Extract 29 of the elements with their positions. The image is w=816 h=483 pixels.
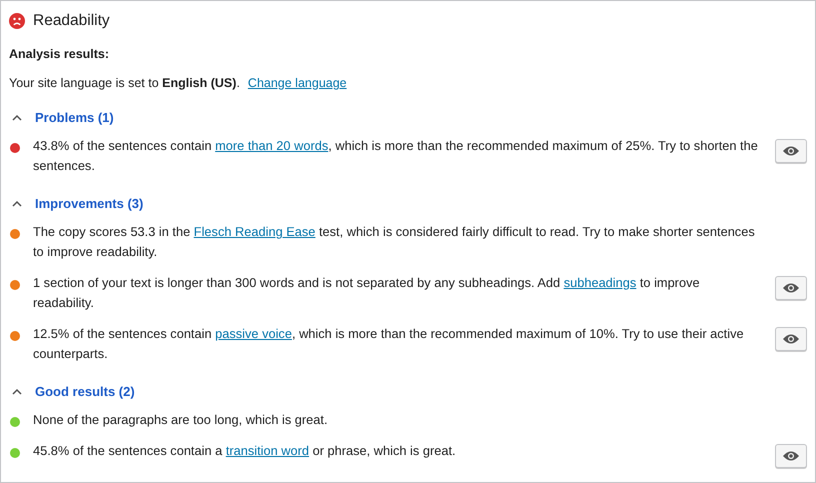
panel-title: Readability bbox=[33, 12, 110, 30]
result-text: 43.8% of the sentences contain more than 20 words, which is more than the recommended maximum of 25%. Try to shorten the sentences. bbox=[33, 137, 759, 175]
result-text: 1 section of your text is longer than 300 words and is not separated by any subheadings. Add subheadings to improve readability. bbox=[33, 274, 701, 312]
section-toggle[interactable]: Problems (1) bbox=[9, 110, 114, 125]
caret-icon bbox=[12, 388, 22, 395]
result-link[interactable]: more than 20 words bbox=[215, 138, 328, 153]
result-link[interactable]: Flesch Reading Ease bbox=[194, 224, 316, 239]
caret-icon bbox=[12, 114, 22, 121]
result-link[interactable]: passive voice bbox=[215, 326, 292, 341]
caret-icon bbox=[12, 200, 22, 207]
highlight-button[interactable] bbox=[775, 444, 807, 468]
analysis-heading: Analysis results: bbox=[9, 47, 110, 61]
change-language-link[interactable]: Change language bbox=[248, 76, 347, 90]
eye-icon bbox=[782, 145, 800, 157]
result-link[interactable]: transition word bbox=[226, 443, 310, 458]
section-toggle[interactable]: Improvements (3) bbox=[9, 196, 144, 211]
eye-icon bbox=[782, 333, 800, 345]
section-toggle[interactable]: Good results (2) bbox=[9, 384, 135, 399]
result-text: 45.8% of the sentences contain a transition word or phrase, which is great. bbox=[33, 442, 457, 460]
result-link[interactable]: subheadings bbox=[564, 275, 636, 290]
result-text: The copy scores 53.3 in the Flesch Reading Ease test, which is considered fairly difficult to read. Try to make shorter sentences to improve readability. bbox=[33, 223, 756, 261]
highlight-button[interactable] bbox=[775, 276, 807, 300]
highlight-button[interactable] bbox=[775, 139, 807, 163]
eye-icon bbox=[782, 282, 800, 294]
result-text: 12.5% of the sentences contain passive voice, which is more than the recommended maximum of 10%. Try to use their active counterparts. bbox=[33, 325, 745, 363]
highlight-button[interactable] bbox=[775, 327, 807, 351]
eye-icon bbox=[782, 450, 800, 462]
language-text: Your site language is set to English (US). bbox=[9, 76, 240, 90]
result-text: None of the paragraphs are too long, which is great. bbox=[33, 411, 329, 429]
